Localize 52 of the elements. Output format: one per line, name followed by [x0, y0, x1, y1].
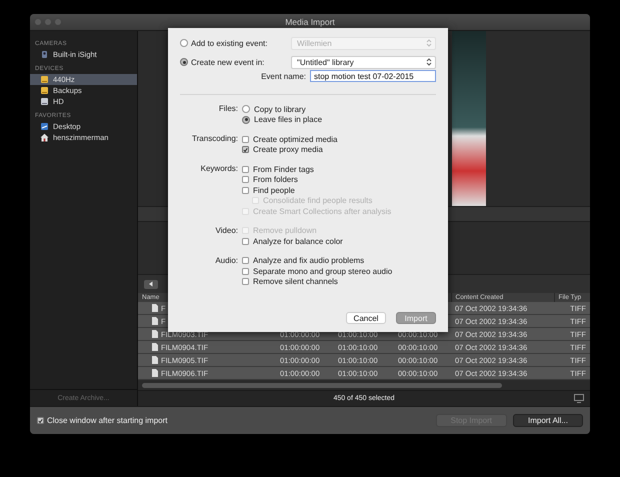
option-label: Leave files in place [254, 115, 322, 124]
option-label: Remove silent channels [253, 277, 338, 286]
option-label: From Finder tags [253, 164, 314, 174]
group-label: Video: [215, 226, 238, 234]
checkbox[interactable] [242, 257, 249, 264]
event-name-field[interactable]: stop motion test 07-02-2015 [310, 70, 436, 82]
drive-icon [40, 86, 49, 95]
stepper-icon[interactable] [426, 58, 432, 66]
option-label: Separate mono and group stereo audio [253, 266, 392, 276]
dialog-button[interactable]: Cancel [346, 312, 386, 324]
scrollbar-thumb[interactable] [142, 382, 502, 388]
checkbox[interactable] [242, 136, 249, 143]
window-title: Media Import [285, 17, 335, 27]
drive-icon [40, 97, 49, 106]
option-label: Create proxy media [253, 145, 323, 154]
option-label: From folders [253, 175, 298, 184]
checkbox[interactable] [37, 417, 44, 424]
option-label: Find people [253, 186, 295, 195]
back-arrow-icon [148, 281, 154, 288]
drive-icon [40, 75, 49, 84]
group-label: Audio: [215, 256, 238, 264]
checkbox[interactable] [242, 186, 249, 194]
option-label: Create Smart Collections after analysis [253, 206, 392, 216]
checkbox[interactable] [242, 146, 249, 154]
checkbox[interactable] [242, 268, 249, 275]
list-icon[interactable] [574, 394, 584, 404]
checkbox[interactable] [242, 238, 249, 245]
radio-button[interactable] [180, 58, 188, 66]
option-label: Analyze and fix audio problems [253, 256, 364, 266]
checkbox-label: Close window after starting import [47, 416, 168, 425]
checkbox[interactable] [242, 176, 249, 184]
camera-icon [40, 50, 49, 59]
group-label: Keywords: [200, 164, 238, 173]
radio-button[interactable] [242, 105, 250, 114]
back-button[interactable] [144, 280, 158, 289]
radio-label: Create new event in: [191, 58, 264, 66]
option-label: Consolidate find people results [263, 196, 372, 206]
popup-menu[interactable]: "Untitled" library [291, 56, 436, 68]
option-label: Create optimized media [253, 134, 338, 144]
checkbox[interactable] [242, 278, 249, 286]
radio-label: Add to existing event: [191, 38, 268, 48]
group-label: Transcoding: [192, 134, 238, 143]
import-button[interactable]: Import All... [512, 414, 583, 427]
group-label: Files: [218, 104, 238, 113]
radio-button[interactable] [242, 116, 250, 124]
option-label: Remove pulldown [253, 226, 317, 236]
option-label: Copy to library [254, 104, 306, 114]
desktop-icon [40, 122, 49, 131]
option-label: Analyze for balance color [253, 236, 343, 246]
checkbox[interactable] [242, 166, 249, 173]
house-icon [40, 133, 49, 142]
field-label: Event name: [261, 72, 306, 80]
